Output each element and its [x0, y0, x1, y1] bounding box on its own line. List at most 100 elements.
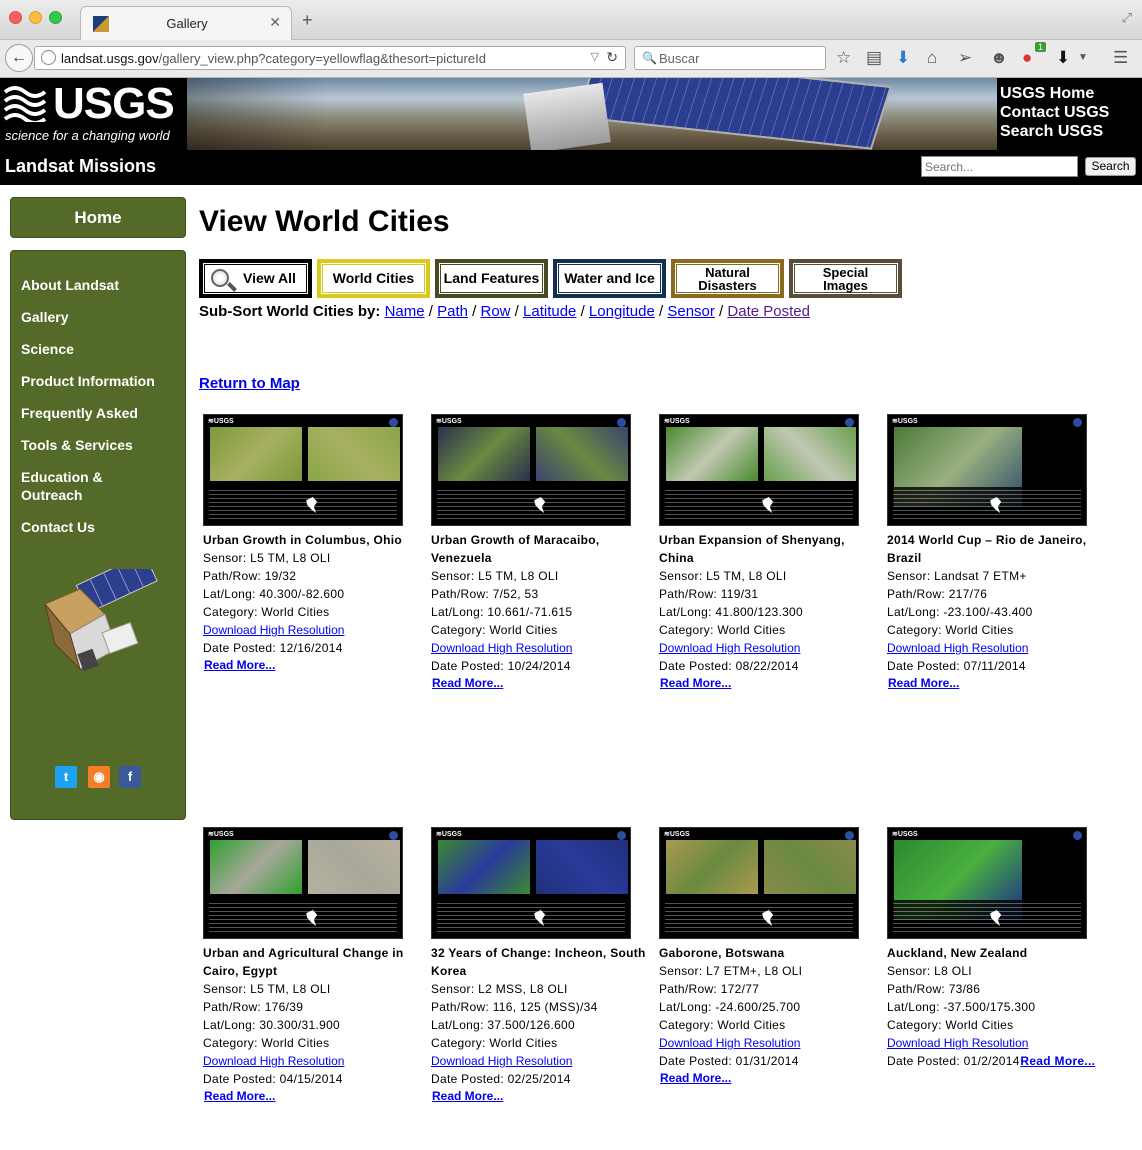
sidebar-item-faq[interactable]: Frequently Asked [21, 404, 181, 422]
card-title[interactable]: Urban Growth in Columbus, Ohio [203, 531, 423, 549]
gallery-thumbnail[interactable]: ≋USGS [659, 414, 859, 526]
return-to-map-link[interactable]: Return to Map [199, 375, 300, 392]
card-title[interactable]: Gaborone, Botswana [659, 944, 879, 962]
sidebar-item-product-info[interactable]: Product Information [21, 372, 181, 390]
gallery-thumbnail[interactable]: ≋USGS [203, 414, 403, 526]
gallery-thumbnail[interactable]: ≋USGS [203, 827, 403, 939]
card-title[interactable]: Urban and Agricultural Change in Cairo, … [203, 944, 423, 980]
sidebar-item-contact[interactable]: Contact Us [21, 518, 181, 536]
gallery-thumbnail[interactable]: ≋USGS [887, 414, 1087, 526]
card-latlong: Lat/Long: -37.500/175.300 [887, 1000, 1036, 1014]
gallery-thumbnail[interactable]: ≋USGS [887, 827, 1087, 939]
gallery-thumbnail[interactable]: ≋USGS [659, 827, 859, 939]
download-high-res-link[interactable]: Download High Resolution [887, 1036, 1028, 1050]
usgs-home-link[interactable]: USGS Home [1000, 84, 1109, 103]
usgs-logo[interactable]: USGS science for a changing world [3, 79, 175, 144]
gallery-thumbnail[interactable]: ≋USGS [431, 414, 631, 526]
browser-search-bar[interactable]: 🔍 Buscar [634, 46, 826, 70]
download-high-res-link[interactable]: Download High Resolution [659, 1036, 800, 1050]
satellite-image-after [536, 427, 628, 481]
addon-icon[interactable]: ● [1022, 48, 1032, 68]
site-search-input[interactable] [921, 156, 1078, 177]
separator: / [428, 303, 433, 320]
read-more-link[interactable]: Read More... [204, 657, 423, 673]
sidebar-item-science[interactable]: Science [21, 340, 181, 358]
download-high-res-link[interactable]: Download High Resolution [887, 641, 1028, 655]
bookmark-star-icon[interactable]: ☆ [836, 48, 851, 68]
sort-latitude-link[interactable]: Latitude [523, 303, 576, 320]
category-natural-disasters-button[interactable]: Natural Disasters [671, 259, 784, 298]
twitter-icon[interactable]: t [55, 766, 77, 788]
thumbnail-usgs-logo: ≋USGS [892, 831, 918, 838]
sort-name-link[interactable]: Name [385, 303, 425, 320]
card-title[interactable]: Urban Expansion of Shenyang, China [659, 531, 879, 567]
category-view-all-button[interactable]: View All [199, 259, 312, 298]
sort-sensor-link[interactable]: Sensor [667, 303, 715, 320]
home-icon[interactable]: ⌂ [927, 48, 937, 68]
read-more-link[interactable]: Read More... [432, 675, 651, 691]
read-more-link[interactable]: Read More... [432, 1088, 651, 1104]
mission-title[interactable]: Landsat Missions [5, 156, 156, 177]
category-special-images-button[interactable]: Special Images [789, 259, 902, 298]
card-title[interactable]: 32 Years of Change: Incheon, South Korea [431, 944, 651, 980]
card-latlong: Lat/Long: 40.300/-82.600 [203, 587, 345, 601]
sort-row-link[interactable]: Row [480, 303, 510, 320]
tab-close-icon[interactable]: ✕ [269, 14, 281, 31]
sidebar-item-about[interactable]: About Landsat [21, 276, 181, 294]
window-close-button[interactable] [9, 11, 22, 24]
card-title[interactable]: Urban Growth of Maracaibo, Venezuela [431, 531, 651, 567]
category-land-features-button[interactable]: Land Features [435, 259, 548, 298]
fullscreen-icon[interactable]: ⤢ [1122, 10, 1132, 26]
sidebar-item-gallery[interactable]: Gallery [21, 308, 181, 326]
new-tab-icon[interactable]: + [302, 10, 313, 31]
read-more-link[interactable]: Read More... [660, 675, 879, 691]
send-icon[interactable]: ➢ [958, 48, 972, 68]
satellite-image-after [308, 840, 400, 894]
sort-date-posted-link[interactable]: Date Posted [727, 303, 810, 320]
home-button[interactable]: Home [10, 197, 186, 238]
card-title[interactable]: 2014 World Cup – Rio de Janeiro, Brazil [887, 531, 1107, 567]
toolbar-dropdown-icon[interactable]: ▼ [1078, 52, 1088, 63]
read-more-link[interactable]: Read More... [1020, 1054, 1095, 1068]
download-high-res-link[interactable]: Download High Resolution [659, 641, 800, 655]
menu-icon[interactable]: ☰ [1113, 48, 1128, 68]
search-usgs-link[interactable]: Search USGS [1000, 122, 1109, 141]
download-icon[interactable]: ⬇ [896, 48, 910, 68]
contact-usgs-link[interactable]: Contact USGS [1000, 103, 1109, 122]
download-high-res-link[interactable]: Download High Resolution [203, 1054, 344, 1068]
download-high-res-link[interactable]: Download High Resolution [431, 1054, 572, 1068]
window-minimize-button[interactable] [29, 11, 42, 24]
read-more-link[interactable]: Read More... [888, 675, 1107, 691]
site-search-button[interactable]: Search [1085, 157, 1136, 176]
gallery-thumbnail[interactable]: ≋USGS [431, 827, 631, 939]
card-pathrow: Path/Row: 119/31 [659, 587, 759, 601]
download-high-res-link[interactable]: Download High Resolution [203, 623, 344, 637]
sidebar-item-tools[interactable]: Tools & Services [21, 436, 181, 454]
back-button[interactable]: ← [5, 44, 33, 72]
satellite-image-after [764, 840, 856, 894]
category-world-cities-button[interactable]: World Cities [317, 259, 430, 298]
reading-list-icon[interactable]: ▤ [866, 48, 882, 68]
category-label: Special Images [822, 264, 869, 293]
window-maximize-button[interactable] [49, 11, 62, 24]
facebook-icon[interactable]: f [119, 766, 141, 788]
category-water-ice-button[interactable]: Water and Ice [553, 259, 666, 298]
url-bar[interactable]: landsat.usgs.gov/gallery_view.php?catego… [34, 46, 626, 70]
subsort-label: Sub-Sort World Cities by: [199, 303, 381, 320]
thumbnail-caption [437, 487, 625, 521]
browser-search-placeholder: Buscar [659, 51, 700, 66]
sort-longitude-link[interactable]: Longitude [589, 303, 655, 320]
browser-tab[interactable]: Gallery ✕ [80, 6, 292, 40]
sidebar-item-education[interactable]: Education & Outreach [21, 468, 131, 504]
url-dropdown-icon[interactable]: ▽ [591, 50, 599, 63]
read-more-link[interactable]: Read More... [660, 1070, 879, 1086]
chat-icon[interactable]: ☻ [990, 48, 1008, 68]
reload-icon[interactable]: ↻ [606, 49, 618, 66]
category-label: Water and Ice [564, 270, 655, 286]
sort-path-link[interactable]: Path [437, 303, 468, 320]
downloads-arrow-icon[interactable]: ⬇ [1056, 48, 1070, 68]
rss-icon[interactable]: ◉ [88, 766, 110, 788]
download-high-res-link[interactable]: Download High Resolution [431, 641, 572, 655]
card-title[interactable]: Auckland, New Zealand [887, 944, 1107, 962]
read-more-link[interactable]: Read More... [204, 1088, 423, 1104]
